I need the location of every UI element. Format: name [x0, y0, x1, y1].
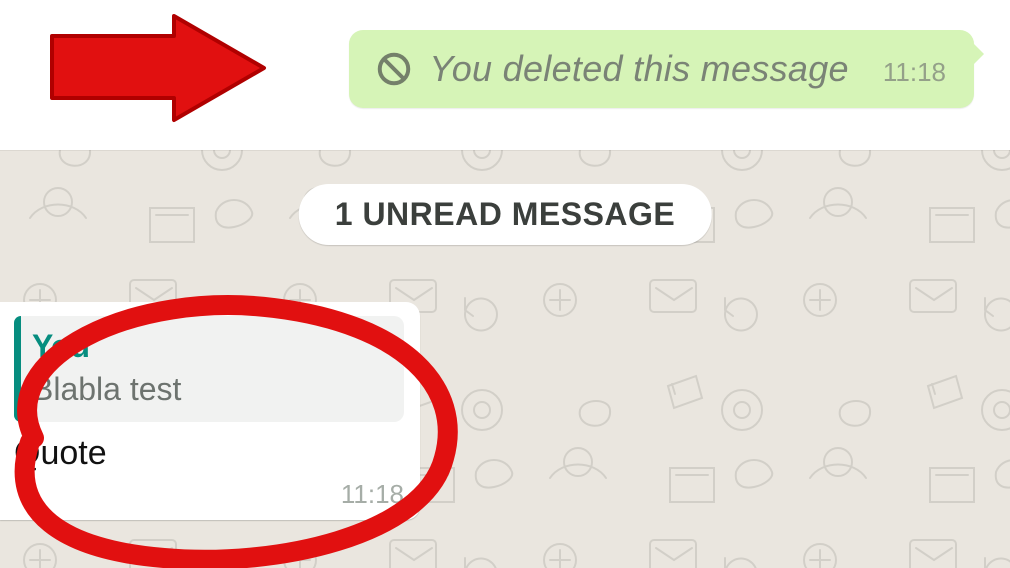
deleted-message-text: You deleted this message — [429, 48, 848, 90]
prohibited-icon — [375, 50, 413, 88]
quoted-reply-box[interactable]: You Blabla test — [14, 316, 404, 422]
message-timestamp: 11:18 — [14, 479, 404, 510]
message-timestamp: 11:18 — [883, 57, 946, 88]
outgoing-deleted-bubble[interactable]: You deleted this message 11:18 — [349, 30, 974, 108]
incoming-message-text: Quote — [14, 434, 404, 473]
quoted-sender-name: You — [32, 328, 388, 365]
quoted-message-body: Blabla test — [32, 371, 388, 408]
incoming-message-bubble[interactable]: You Blabla test Quote 11:18 — [0, 302, 420, 520]
unread-count-banner: 1 UNREAD MESSAGE — [299, 184, 712, 245]
chat-surface: You deleted this message 11:18 1 UNREAD … — [0, 0, 1010, 568]
